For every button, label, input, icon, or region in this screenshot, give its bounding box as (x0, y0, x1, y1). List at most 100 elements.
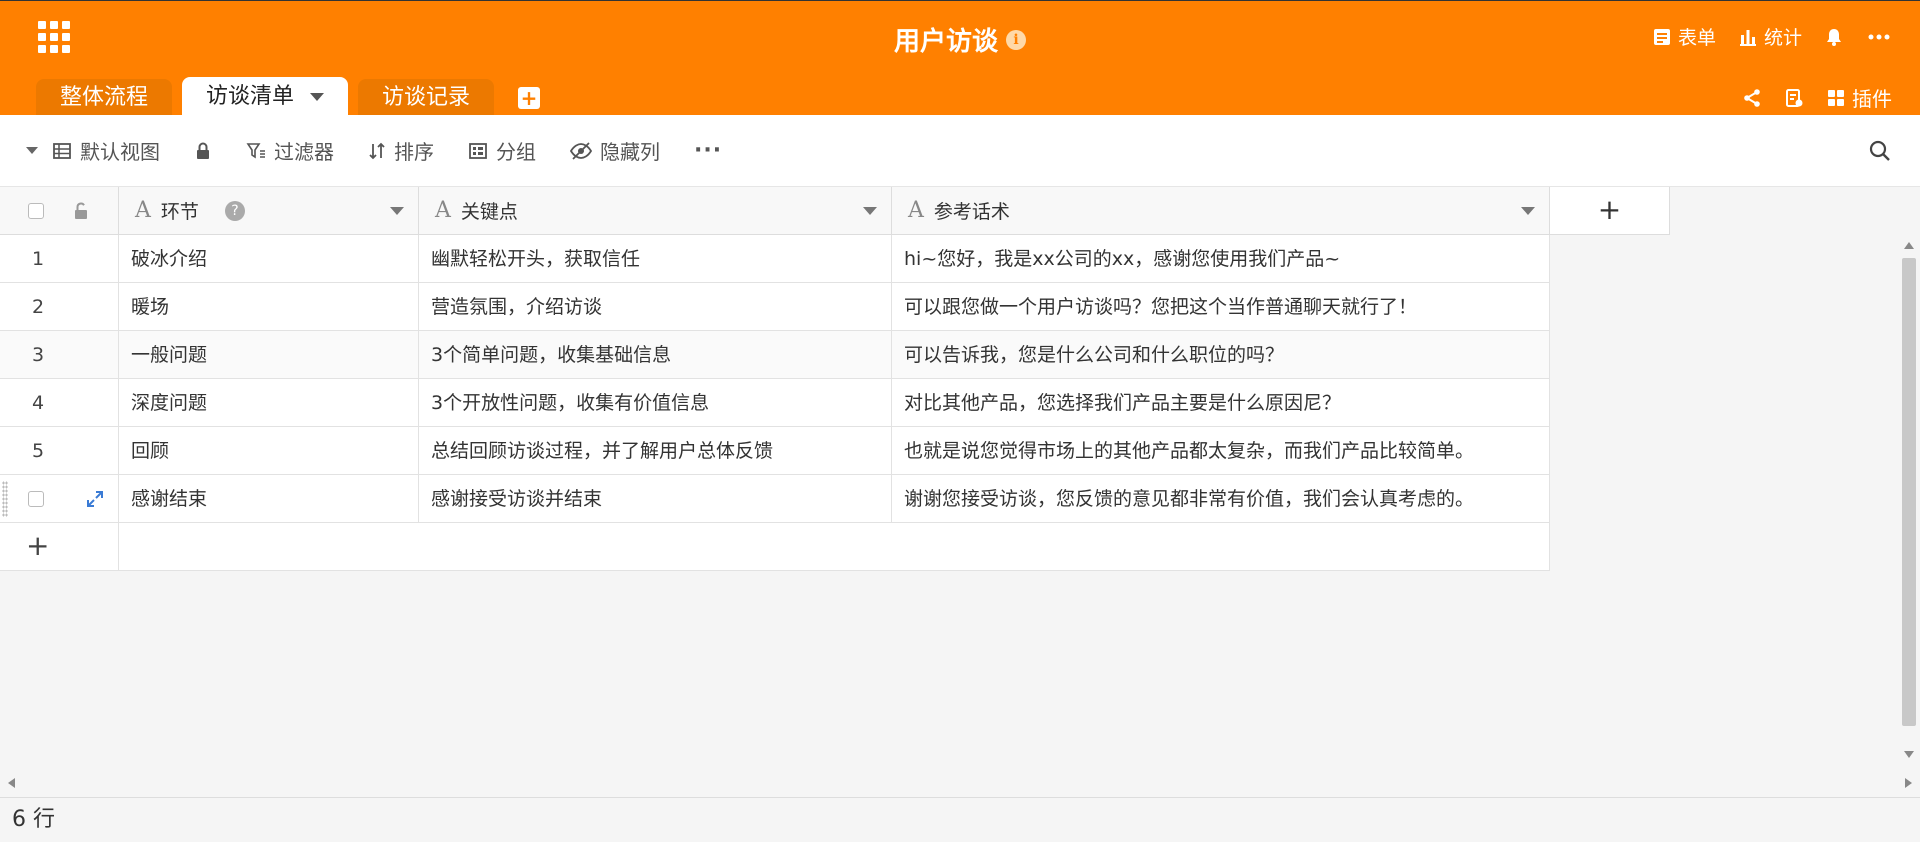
chevron-down-icon[interactable] (310, 93, 325, 101)
cell-key-point[interactable]: 3个开放性问题，收集有价值信息 (419, 379, 892, 427)
cell-stage[interactable]: 破冰介绍 (119, 235, 419, 283)
add-column-button[interactable]: + (1550, 187, 1670, 235)
sort-button[interactable]: 排序 (368, 136, 434, 165)
stats-icon (1739, 29, 1756, 46)
scroll-up-icon[interactable] (1904, 242, 1914, 249)
stats-button[interactable]: 统计 (1738, 23, 1802, 50)
header-select-cell (0, 187, 119, 235)
row-count: 6 行 (12, 807, 55, 832)
row-checkbox[interactable] (28, 491, 44, 507)
group-button[interactable]: 分组 (468, 136, 536, 165)
title-area: 用户访谈 i (0, 21, 1920, 58)
column-header-key-point[interactable]: A 关键点 (419, 187, 892, 235)
table-row[interactable]: 5 回顾 总结回顾访谈过程，并了解用户总体反馈 也就是说您觉得市场上的其他产品都… (0, 427, 1550, 475)
chevron-down-icon[interactable] (1521, 206, 1535, 215)
table-row[interactable]: 4 深度问题 3个开放性问题，收集有价值信息 对比其他产品，您选择我们产品主要是… (0, 379, 1550, 427)
row-index: 5 (0, 427, 119, 475)
toolbar-more-button[interactable]: ··· (694, 138, 722, 163)
tab-interview-list[interactable]: 访谈清单 (182, 77, 349, 117)
text-field-icon: A (435, 198, 451, 223)
settings-form-icon[interactable] (1784, 88, 1804, 108)
plugins-label: 插件 (1852, 87, 1892, 111)
view-selector[interactable]: 默认视图 (52, 136, 160, 165)
scroll-right-icon[interactable] (1905, 778, 1912, 788)
row-index: 1 (0, 235, 119, 283)
view-dropdown-caret-icon[interactable] (26, 147, 38, 154)
group-icon (469, 142, 487, 159)
chevron-down-icon[interactable] (863, 206, 877, 215)
cell-stage[interactable]: 一般问题 (119, 331, 419, 379)
help-icon[interactable]: ? (224, 200, 245, 221)
view-label: 默认视图 (80, 140, 160, 164)
cell-key-point[interactable]: 营造氛围，介绍访谈 (419, 283, 892, 331)
tab-interview-list-label: 访谈清单 (206, 84, 295, 109)
top-bar: 用户访谈 i 表单 统计 整体流程 访谈清单 访谈记录 + 插件 (0, 0, 1920, 117)
cell-script[interactable]: 对比其他产品，您选择我们产品主要是什么原因尼？ (892, 379, 1550, 427)
drag-handle-icon[interactable] (2, 481, 8, 517)
filter-label: 过滤器 (274, 140, 334, 164)
scroll-down-icon[interactable] (1904, 751, 1914, 758)
add-row[interactable]: + (0, 523, 1550, 571)
cell-script[interactable]: 可以告诉我，您是什么公司和什么职位的吗？ (892, 331, 1550, 379)
apps-grid-icon[interactable] (38, 21, 70, 53)
cell-script[interactable]: 也就是说您觉得市场上的其他产品都太复杂，而我们产品比较简单。 (892, 427, 1550, 475)
bell-icon[interactable] (1824, 27, 1844, 47)
cell-stage[interactable]: 感谢结束 (119, 475, 419, 523)
share-icon[interactable] (1742, 88, 1762, 108)
add-tab-icon[interactable]: + (518, 87, 541, 109)
cell-stage[interactable]: 回顾 (119, 427, 419, 475)
view-toolbar: 默认视图 过滤器 排序 分组 隐藏列 ··· (0, 115, 1920, 187)
stats-label: 统计 (1763, 27, 1802, 49)
vertical-scrollbar[interactable] (1898, 236, 1920, 766)
form-button[interactable]: 表单 (1652, 23, 1716, 50)
tab-overall-flow[interactable]: 整体流程 (36, 79, 173, 117)
expand-row-icon[interactable] (86, 490, 104, 508)
hide-columns-label: 隐藏列 (600, 140, 660, 164)
more-menu-icon[interactable] (1866, 27, 1892, 47)
hide-columns-button[interactable]: 隐藏列 (570, 136, 660, 165)
column-header-stage[interactable]: A 环节 ? (119, 187, 419, 235)
plugins-icon (1828, 89, 1844, 106)
cell-key-point[interactable]: 幽默轻松开头，获取信任 (419, 235, 892, 283)
table-view-icon (53, 142, 71, 159)
filter-icon (246, 142, 265, 158)
filter-button[interactable]: 过滤器 (246, 136, 334, 165)
row-index: 4 (0, 379, 119, 427)
unlock-icon[interactable] (72, 201, 90, 221)
info-icon[interactable]: i (1006, 29, 1026, 50)
cell-script[interactable]: 谢谢您接受访谈，您反馈的意见都非常有价值，我们会认真考虑的。 (892, 475, 1550, 523)
cell-key-point[interactable]: 总结回顾访谈过程，并了解用户总体反馈 (419, 427, 892, 475)
chevron-down-icon[interactable] (390, 206, 404, 215)
form-label: 表单 (1677, 27, 1716, 49)
table-row-hovered[interactable]: 感谢结束 感谢接受访谈并结束 谢谢您接受访谈，您反馈的意见都非常有价值，我们会认… (0, 475, 1550, 523)
group-label: 分组 (496, 140, 536, 164)
row-index: 3 (0, 331, 119, 379)
cell-key-point[interactable]: 感谢接受访谈并结束 (419, 475, 892, 523)
table-row[interactable]: 2 暖场 营造氛围，介绍访谈 可以跟您做一个用户访谈吗？您把这个当作普通聊天就行… (0, 283, 1550, 331)
scroll-thumb[interactable] (1902, 258, 1916, 726)
text-field-icon: A (908, 198, 924, 223)
cell-stage[interactable]: 暖场 (119, 283, 419, 331)
cell-key-point[interactable]: 3个简单问题，收集基础信息 (419, 331, 892, 379)
text-field-icon: A (135, 198, 151, 223)
scroll-left-icon[interactable] (8, 778, 15, 788)
add-row-button[interactable]: + (0, 523, 119, 571)
tab-interview-records[interactable]: 访谈记录 (358, 79, 495, 117)
add-row-area[interactable] (119, 523, 1550, 571)
lock-button[interactable] (194, 141, 212, 161)
table-row[interactable]: 1 破冰介绍 幽默轻松开头，获取信任 hi~您好，我是xx公司的xx，感谢您使用… (0, 235, 1550, 283)
table-row[interactable]: 3 一般问题 3个简单问题，收集基础信息 可以告诉我，您是什么公司和什么职位的吗… (0, 331, 1550, 379)
status-bar: 6 行 (0, 798, 1920, 842)
cell-stage[interactable]: 深度问题 (119, 379, 419, 427)
select-all-checkbox[interactable] (28, 202, 44, 219)
horizontal-scrollbar[interactable] (0, 770, 1920, 798)
top-actions: 表单 统计 (1652, 23, 1892, 50)
row-select-cell (0, 475, 119, 523)
table-tabs: 整体流程 访谈清单 访谈记录 + (36, 77, 541, 117)
column-header-script[interactable]: A 参考话术 (892, 187, 1550, 235)
row-index: 2 (0, 283, 119, 331)
cell-script[interactable]: hi~您好，我是xx公司的xx，感谢您使用我们产品~ (892, 235, 1550, 283)
search-icon[interactable] (1868, 139, 1892, 163)
cell-script[interactable]: 可以跟您做一个用户访谈吗？您把这个当作普通聊天就行了！ (892, 283, 1550, 331)
plugins-button[interactable]: 插件 (1826, 83, 1892, 112)
